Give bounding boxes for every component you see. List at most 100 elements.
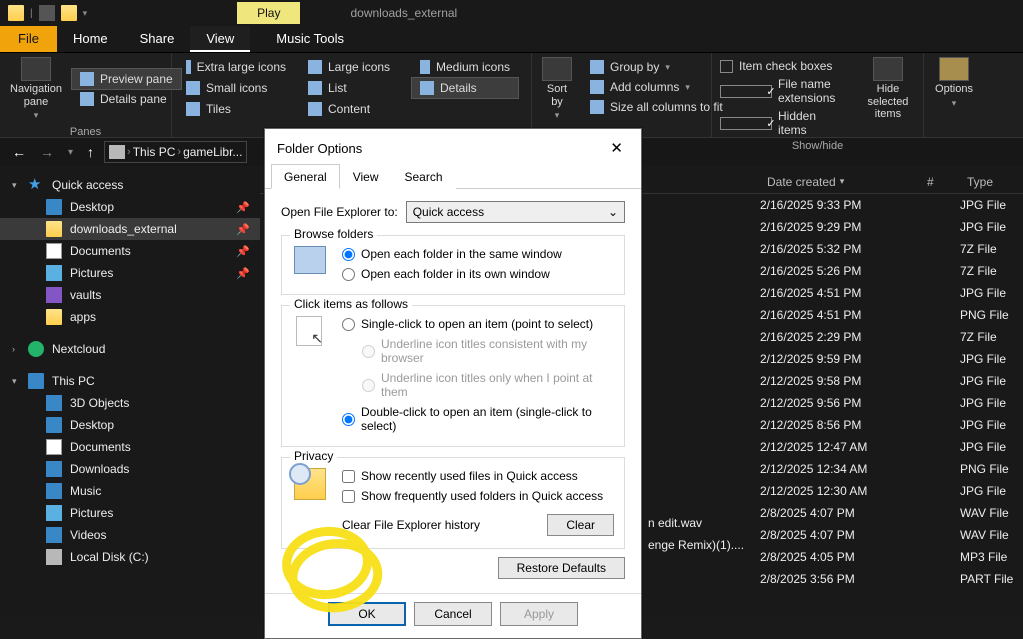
ok-button[interactable]: OK (328, 602, 406, 626)
cancel-button[interactable]: Cancel (414, 602, 492, 626)
file-date[interactable]: 2/8/2025 4:05 PM (750, 546, 910, 568)
file-date[interactable]: 2/12/2025 9:56 PM (750, 392, 910, 414)
tab-file[interactable]: File (0, 26, 57, 52)
sidebar-documents-2[interactable]: Documents (0, 436, 260, 458)
breadcrumb[interactable]: › This PC › gameLibr... (104, 141, 247, 163)
sidebar-nextcloud[interactable]: ›Nextcloud (0, 338, 260, 360)
radio-single-click[interactable]: Single-click to open an item (point to s… (292, 314, 614, 334)
radio-same-window[interactable]: Open each folder in the same window (292, 244, 614, 264)
radio-own-window[interactable]: Open each folder in its own window (292, 264, 614, 284)
layout-medium-icons[interactable]: Medium icons (412, 57, 518, 77)
layout-tiles[interactable]: Tiles (178, 99, 294, 119)
file-type[interactable]: MP3 File (950, 546, 1020, 568)
navigation-pane-button[interactable]: Navigation pane (0, 53, 72, 125)
sidebar-local-disk[interactable]: Local Disk (C:) (0, 546, 260, 568)
sidebar-music[interactable]: Music (0, 480, 260, 502)
chevron-right-icon[interactable]: › (177, 146, 181, 158)
file-date[interactable]: 2/12/2025 12:30 AM (750, 480, 910, 502)
recent-dropdown[interactable]: ▾ (64, 147, 77, 158)
file-date[interactable]: 2/16/2025 9:33 PM (750, 194, 910, 216)
file-type[interactable]: 7Z File (950, 326, 1020, 348)
chevron-down-icon[interactable]: ▾ (12, 180, 17, 191)
dialog-tab-view[interactable]: View (340, 164, 392, 189)
file-date[interactable]: 2/8/2025 3:56 PM (750, 568, 910, 590)
options-button[interactable]: Options (925, 53, 983, 122)
file-date[interactable]: 2/16/2025 4:51 PM (750, 304, 910, 326)
column-date-created[interactable]: Date created▾ (757, 175, 917, 189)
sidebar-videos[interactable]: Videos (0, 524, 260, 546)
qat-dropdown-icon[interactable]: ▾ (83, 8, 88, 19)
tab-music-tools[interactable]: Music Tools (260, 26, 360, 52)
file-date[interactable]: 2/8/2025 4:07 PM (750, 524, 910, 546)
back-button[interactable]: ← (8, 144, 30, 160)
tab-home[interactable]: Home (57, 26, 124, 52)
clear-button[interactable]: Clear (547, 514, 614, 536)
dialog-title-bar[interactable]: Folder Options ✕ (265, 129, 641, 163)
file-type[interactable]: WAV File (950, 502, 1020, 524)
file-type[interactable]: JPG File (950, 216, 1020, 238)
close-button[interactable]: ✕ (604, 139, 629, 157)
file-date[interactable]: 2/8/2025 4:07 PM (750, 502, 910, 524)
file-type[interactable]: JPG File (950, 348, 1020, 370)
navigation-sidebar[interactable]: ▾★Quick access Desktop📌 downloads_extern… (0, 166, 260, 618)
chevron-down-icon[interactable]: ▾ (12, 376, 17, 387)
chevron-right-icon[interactable]: › (12, 344, 15, 354)
group-by-button[interactable]: Group by (582, 57, 731, 77)
checkbox-frequent-folders[interactable]: Show frequently used folders in Quick ac… (292, 486, 614, 506)
sidebar-downloads[interactable]: Downloads (0, 458, 260, 480)
layout-small-icons[interactable]: Small icons (178, 78, 294, 98)
dialog-tab-general[interactable]: General (271, 164, 340, 189)
sidebar-downloads-external[interactable]: downloads_external📌 (0, 218, 260, 240)
layout-large-icons[interactable]: Large icons (300, 57, 406, 77)
file-date[interactable]: 2/12/2025 12:34 AM (750, 458, 910, 480)
size-columns-button[interactable]: Size all columns to fit (582, 97, 731, 117)
details-pane-button[interactable]: Details pane (72, 89, 181, 109)
file-date[interactable]: 2/12/2025 9:59 PM (750, 348, 910, 370)
file-type[interactable]: JPG File (950, 392, 1020, 414)
layout-details[interactable]: Details (412, 78, 518, 98)
checkbox-recent-files[interactable]: Show recently used files in Quick access (292, 466, 614, 486)
dialog-tab-search[interactable]: Search (392, 164, 456, 189)
contextual-tab-play[interactable]: Play (237, 2, 300, 24)
sidebar-quick-access[interactable]: ▾★Quick access (0, 174, 260, 196)
file-name-partial[interactable]: enge Remix)(1).... (638, 534, 754, 556)
file-date[interactable]: 2/16/2025 2:29 PM (750, 326, 910, 348)
open-explorer-to-select[interactable]: Quick access⌄ (406, 201, 625, 223)
sidebar-3d-objects[interactable]: 3D Objects (0, 392, 260, 414)
file-type[interactable]: JPG File (950, 194, 1020, 216)
file-type[interactable]: JPG File (950, 480, 1020, 502)
file-type[interactable]: JPG File (950, 282, 1020, 304)
forward-button[interactable]: → (36, 144, 58, 160)
file-date[interactable]: 2/16/2025 5:26 PM (750, 260, 910, 282)
file-date[interactable]: 2/12/2025 12:47 AM (750, 436, 910, 458)
file-type[interactable]: 7Z File (950, 238, 1020, 260)
crumb-this-pc[interactable]: This PC (133, 145, 176, 159)
layout-extra-large-icons[interactable]: Extra large icons (178, 57, 294, 77)
file-date[interactable]: 2/12/2025 8:56 PM (750, 414, 910, 436)
hide-selected-button[interactable]: Hide selected items (853, 53, 923, 139)
crumb-folder[interactable]: gameLibr... (183, 145, 242, 159)
preview-pane-button[interactable]: Preview pane (72, 69, 181, 89)
restore-defaults-button[interactable]: Restore Defaults (498, 557, 625, 579)
file-type[interactable]: PNG File (950, 304, 1020, 326)
sidebar-pictures[interactable]: Pictures📌 (0, 262, 260, 284)
sidebar-desktop[interactable]: Desktop📌 (0, 196, 260, 218)
up-button[interactable]: ↑ (83, 144, 98, 160)
item-check-boxes-toggle[interactable]: Item check boxes (712, 57, 853, 75)
apply-button[interactable]: Apply (500, 602, 578, 626)
chevron-right-icon[interactable]: › (127, 146, 131, 158)
layout-content[interactable]: Content (300, 99, 406, 119)
file-type[interactable]: PART File (950, 568, 1020, 590)
file-type[interactable]: JPG File (950, 414, 1020, 436)
new-folder-icon[interactable] (61, 5, 77, 21)
sidebar-apps[interactable]: apps (0, 306, 260, 328)
file-type[interactable]: JPG File (950, 436, 1020, 458)
column-type[interactable]: Type (957, 175, 1023, 189)
file-date[interactable]: 2/16/2025 4:51 PM (750, 282, 910, 304)
layout-list[interactable]: List (300, 78, 406, 98)
file-type[interactable]: 7Z File (950, 260, 1020, 282)
file-name-partial[interactable]: n edit.wav (638, 512, 712, 534)
sidebar-this-pc[interactable]: ▾This PC (0, 370, 260, 392)
sort-by-button[interactable]: Sort by (532, 53, 582, 125)
file-type[interactable]: JPG File (950, 370, 1020, 392)
